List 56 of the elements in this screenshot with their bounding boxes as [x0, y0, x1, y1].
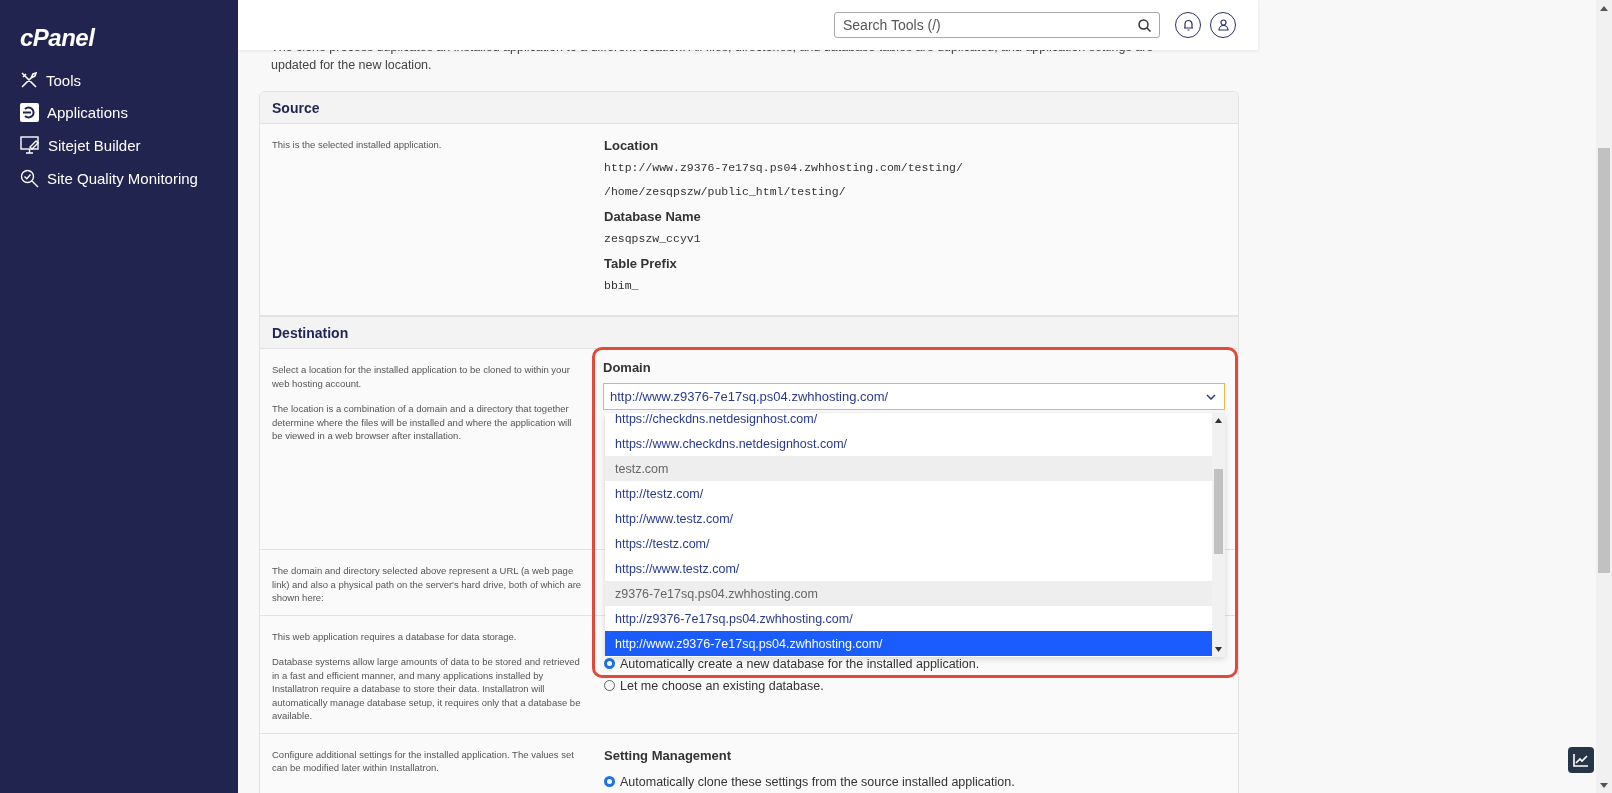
sidebar-item[interactable]: Applications — [0, 96, 238, 129]
field-value: bbim_ — [604, 279, 640, 292]
option-group-label: testz.com — [605, 456, 1212, 481]
radio-label: Automatically create a new database for the installed application. — [620, 656, 980, 671]
dropdown-option[interactable]: http://z9376-7e17sq.ps04.zwhhosting.com/ — [605, 606, 1212, 631]
field-value: /home/zesqpszw/public_html/testing/ — [604, 185, 847, 198]
description-text: The domain and directory selected above represent a URL (a web page link) and also a physical path on the server's hard drive, both of which are shown here: — [272, 564, 582, 605]
scrollbar-thumb[interactable] — [1214, 469, 1223, 554]
description-text: Select a location for the installed application to be cloned to within your web hosting account. — [272, 363, 571, 390]
tools-icon — [20, 71, 38, 89]
search-field[interactable]: Search Tools (/) — [834, 12, 1160, 38]
search-icon[interactable] — [1138, 19, 1151, 32]
dropdown-option[interactable]: https://www.checkdns.netdesignhost.com/ — [605, 431, 1212, 456]
radio-label: Automatically clone these settings from the source installed application. — [620, 774, 1015, 789]
scroll-up-icon[interactable] — [1215, 418, 1222, 423]
sidebar-item[interactable]: Sitejet Builder — [0, 129, 238, 162]
field-label: Setting Management — [604, 747, 733, 763]
field-label: Domain — [603, 360, 652, 375]
scroll-down-icon[interactable] — [1600, 782, 1608, 788]
monitor-pen-icon — [20, 136, 40, 155]
radio-button[interactable] — [604, 776, 615, 787]
chevron-down-icon — [1206, 393, 1216, 400]
dropdown-option[interactable]: http://testz.com/ — [605, 481, 1212, 506]
applications-icon — [20, 103, 39, 122]
cpanel-logo[interactable]: cPanel — [0, 0, 238, 58]
user-icon — [1217, 19, 1229, 31]
field-label: Location — [604, 138, 660, 153]
domain-select[interactable]: http://www.z9376-7e17sq.ps04.zwhhosting.com/ — [603, 383, 1225, 410]
scroll-up-icon[interactable] — [1600, 5, 1608, 11]
chart-button[interactable] — [1568, 747, 1594, 773]
option-group-label: z9376-7e17sq.ps04.zwhhosting.com — [605, 581, 1212, 606]
section-title: Source — [272, 99, 320, 116]
dropdown-option[interactable]: http://www.z9376-7e17sq.ps04.zwhhosting.com/ — [605, 631, 1212, 656]
description-text: Database systems allow large amounts of data to be stored and retrieved in a fast and efficient manner, and many applications installed by Installatron require a database to store their data. Installatron will automatically manage database setup, it requires only that a database be available. — [272, 655, 582, 723]
bell-icon — [1182, 19, 1194, 31]
dropdown-option[interactable]: https://testz.com/ — [605, 531, 1212, 556]
dropdown-option[interactable]: http://www.testz.com/ — [605, 506, 1212, 531]
scrollbar-thumb[interactable] — [1598, 148, 1610, 573]
description-text: The location is a combination of a domain and a directory that together determine where the files will be installed and where the application will be viewed in a web browser after installation. — [272, 402, 573, 443]
sidebar-item[interactable]: Site Quality Monitoring — [0, 162, 238, 195]
field-value: http://www.z9376-7e17sq.ps04.zwhhosting.com/testing/ — [604, 161, 964, 174]
description-text: Configure additional settings for the installed application. The values set can be modified later within Installatron. — [272, 747, 575, 775]
sidebar-item[interactable]: Tools — [0, 64, 238, 96]
field-value: zesqpszw_ccyv1 — [604, 232, 702, 245]
description-text: This web application requires a database for data storage. — [272, 629, 518, 643]
magnifier-check-icon — [20, 169, 39, 188]
field-label: Table Prefix — [604, 256, 678, 271]
field-label: Database Name — [604, 209, 702, 224]
radio-button[interactable] — [604, 658, 615, 669]
description-text: This is the selected installed application. — [272, 138, 443, 152]
dropdown-option[interactable]: https://www.testz.com/ — [605, 556, 1212, 581]
trend-chart-icon — [1573, 753, 1589, 767]
section-title: Destination — [272, 324, 349, 341]
radio-label: Let me choose an existing database. — [620, 678, 824, 693]
dropdown-option[interactable]: https://checkdns.netdesignhost.com/ — [605, 413, 1212, 431]
scroll-down-icon[interactable] — [1215, 647, 1222, 652]
